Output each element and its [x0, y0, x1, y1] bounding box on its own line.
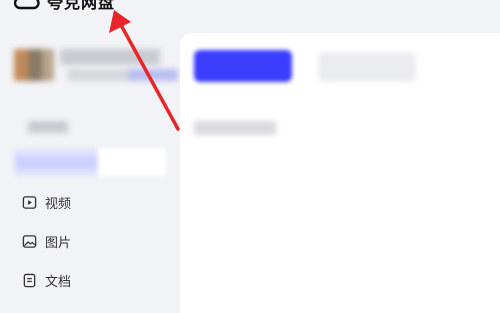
- sidebar-item-label: 视频: [45, 196, 72, 212]
- sidebar-item-label: 图片: [45, 235, 72, 251]
- sidebar-item-label: 文档: [45, 274, 72, 290]
- sidebar-item-documents[interactable]: 文档: [22, 271, 72, 290]
- user-name: [60, 49, 160, 65]
- sidebar-section-label: [28, 121, 68, 133]
- sidebar-item-active-label: [16, 156, 96, 170]
- user-info[interactable]: [14, 45, 178, 85]
- new-folder-button[interactable]: [318, 52, 416, 82]
- sidebar-item-images[interactable]: 图片: [22, 232, 72, 251]
- main-panel: [180, 33, 500, 313]
- avatar[interactable]: [14, 49, 54, 81]
- document-icon: [23, 273, 36, 287]
- sidebar-item-video[interactable]: 视频: [22, 193, 72, 212]
- breadcrumb: [194, 121, 276, 135]
- video-icon: [22, 195, 37, 209]
- upload-button[interactable]: [194, 50, 292, 82]
- image-icon: [22, 234, 37, 248]
- sidebar: 视频 图片 文档: [0, 0, 180, 300]
- user-membership[interactable]: [68, 69, 178, 81]
